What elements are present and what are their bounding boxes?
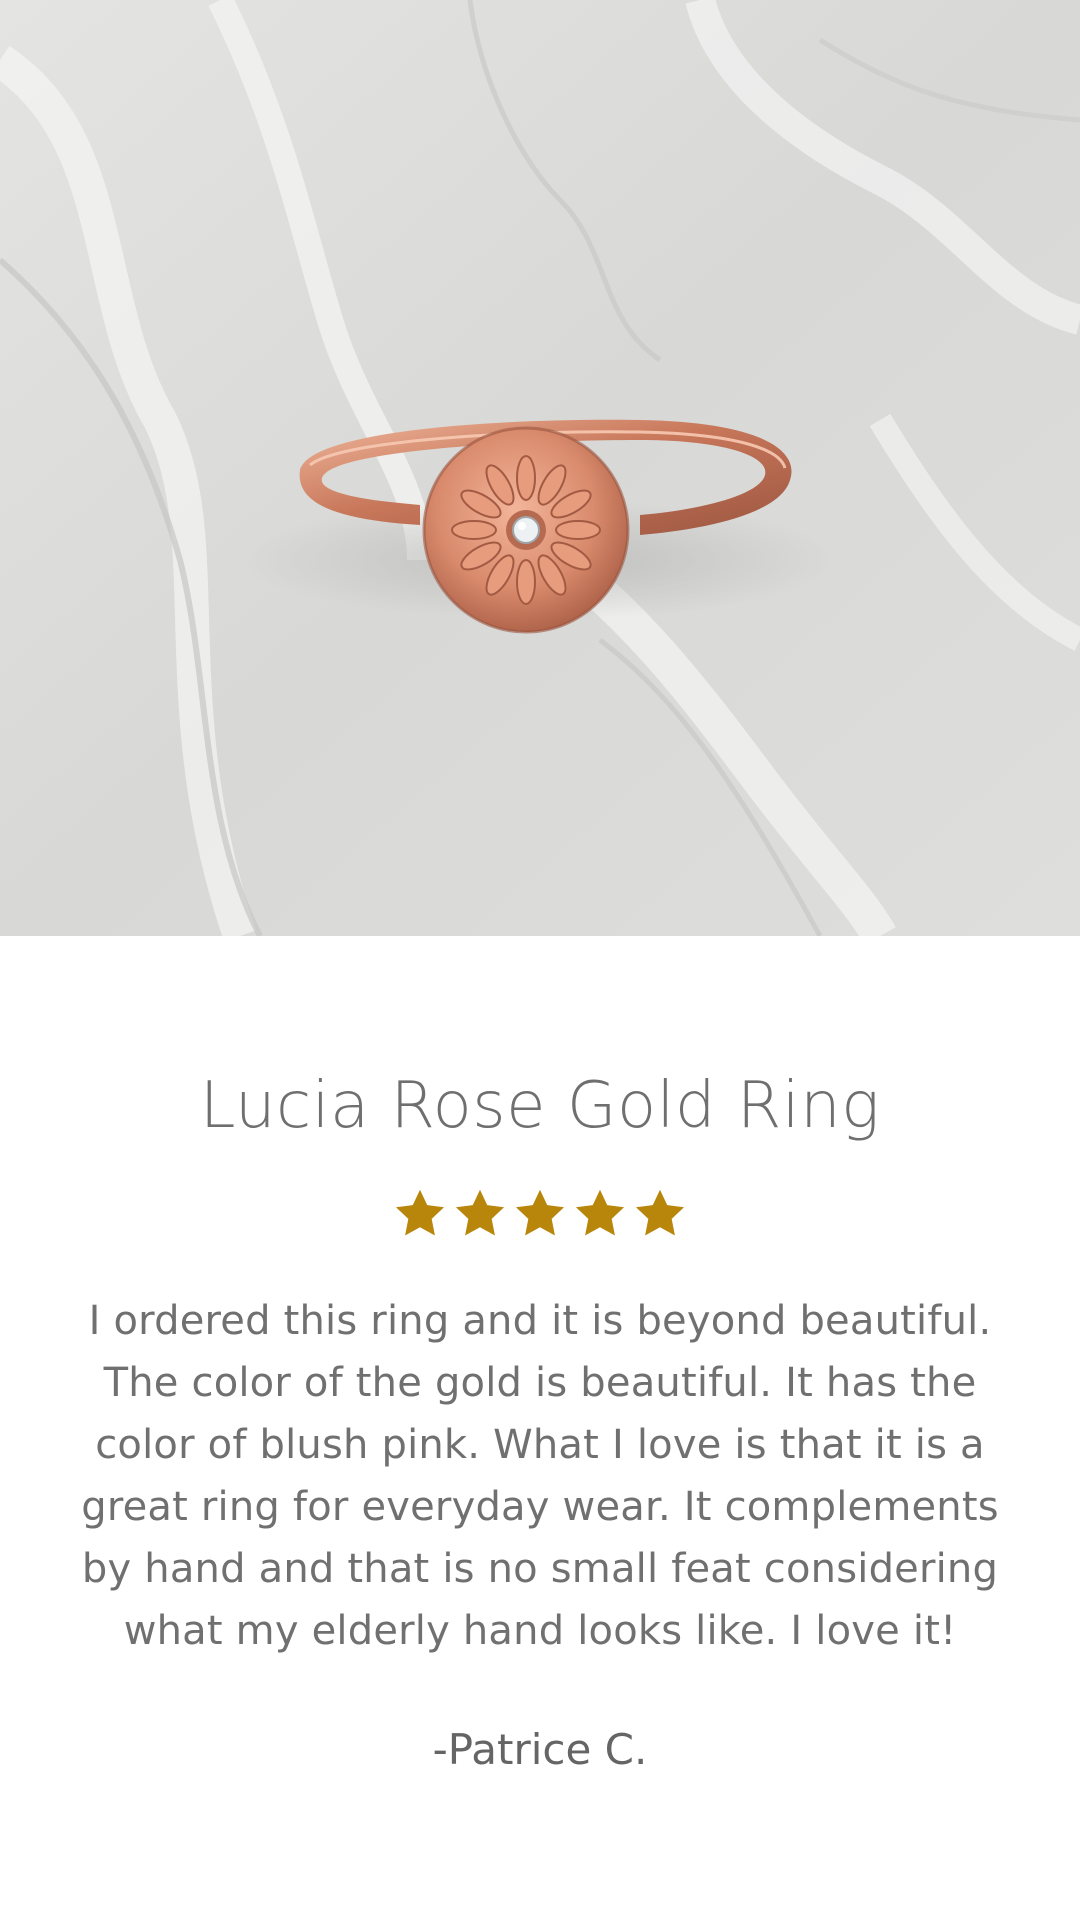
star-rating [0,1186,1080,1242]
review-card-page: Lucia Rose Gold Ring I ordered this ring… [0,0,1080,1920]
star-icon [632,1186,688,1242]
product-photo [0,0,1080,936]
star-icon [392,1186,448,1242]
review-text: I ordered this ring and it is beyond bea… [81,1298,999,1654]
review-author: -Patrice C. [432,1725,648,1774]
star-icon [452,1186,508,1242]
review-card: Lucia Rose Gold Ring I ordered this ring… [0,936,1080,1920]
ring-image [0,0,1080,936]
product-title: Lucia Rose Gold Ring [199,1069,881,1143]
star-icon [512,1186,568,1242]
star-icon [572,1186,628,1242]
